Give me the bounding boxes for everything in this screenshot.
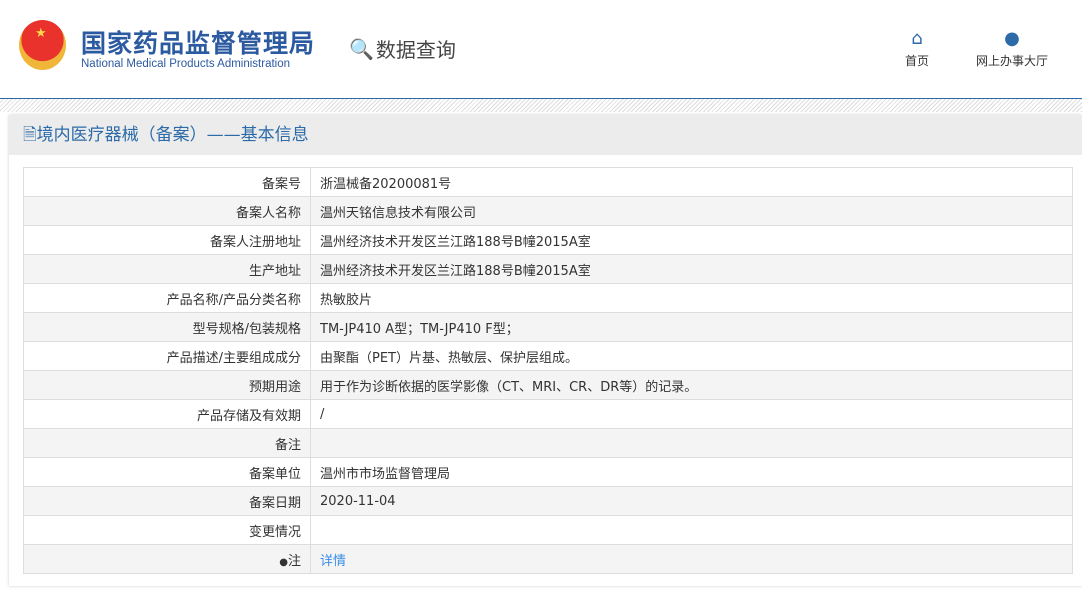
row-label: ●注 — [23, 544, 311, 574]
row-label: 型号规格/包装规格 — [23, 312, 311, 342]
row-label: 备案号 — [23, 167, 311, 197]
row-value: 温州市市场监督管理局 — [310, 457, 1073, 487]
row-label: 备注 — [23, 428, 311, 458]
nav-home[interactable]: ⌂ 首页 — [905, 28, 929, 69]
row-value: 2020-11-04 — [310, 486, 1073, 516]
table-row: 备案人注册地址 温州经济技术开发区兰江路188号B幢2015A室 — [23, 225, 1073, 255]
data-query-section: 🔍 数据查询 — [349, 34, 456, 63]
table-row: 预期用途 用于作为诊断依据的医学影像（CT、MRI、CR、DR等）的记录。 — [23, 370, 1073, 400]
row-label: 产品存储及有效期 — [23, 399, 311, 429]
document-icon: 🗎 — [23, 125, 37, 145]
row-value: 热敏胶片 — [310, 283, 1073, 313]
row-value: 浙温械备20200081号 — [310, 167, 1073, 197]
nav-online-hall-label: 网上办事大厅 — [976, 54, 1049, 68]
row-value: 由聚酯（PET）片基、热敏层、保护层组成。 — [310, 341, 1073, 371]
table-row: 产品存储及有效期 / — [23, 399, 1073, 429]
row-label: 备案人名称 — [23, 196, 311, 226]
row-label: 备案人注册地址 — [23, 225, 311, 255]
national-emblem-logo — [19, 20, 66, 70]
row-label: 备案单位 — [23, 457, 311, 487]
table-row: 生产地址 温州经济技术开发区兰江路188号B幢2015A室 — [23, 254, 1073, 284]
table-row: 变更情况 — [23, 515, 1073, 545]
site-header: 国家药品监督管理局 National Medical Products Admi… — [0, 0, 1082, 99]
divider — [0, 99, 1082, 112]
table-row: 备案日期 2020-11-04 — [23, 486, 1073, 516]
row-value — [310, 515, 1073, 545]
row-value: 详情 — [310, 544, 1073, 574]
row-value: 温州经济技术开发区兰江路188号B幢2015A室 — [310, 225, 1073, 255]
note-label: 注 — [287, 553, 301, 569]
row-value: TM-JP410 A型；TM-JP410 F型； — [310, 312, 1073, 342]
row-label: 产品名称/产品分类名称 — [23, 283, 311, 313]
row-label: 预期用途 — [23, 370, 311, 400]
table-row-note: ●注 详情 — [23, 544, 1073, 574]
row-label: 备案日期 — [23, 486, 311, 516]
table-row: 备案人名称 温州天铭信息技术有限公司 — [23, 196, 1073, 226]
row-value: / — [310, 399, 1073, 429]
section-title: 数据查询 — [375, 38, 456, 62]
info-panel: 🗎境内医疗器械（备案）——基本信息 备案号 浙温械备20200081号 备案人名称温… — [9, 115, 1082, 586]
table-row: 型号规格/包装规格 TM-JP410 A型；TM-JP410 F型； — [23, 312, 1073, 342]
row-value: 温州经济技术开发区兰江路188号B幢2015A室 — [310, 254, 1073, 284]
row-label: 生产地址 — [23, 254, 311, 284]
logo-title-cn: 国家药品监督管理局 — [81, 29, 316, 58]
table-row: 备注 — [23, 428, 1073, 458]
row-label: 产品描述/主要组成成分 — [23, 341, 311, 371]
document-search-icon: 🔍 — [349, 36, 374, 61]
info-table: 备案号 浙温械备20200081号 备案人名称 温州天铭信息技术有限公司 备案人注册地址… — [23, 167, 1073, 574]
details-link[interactable]: 详情 — [320, 554, 346, 569]
home-icon: ⌂ — [911, 28, 923, 49]
nav-online-hall[interactable]: ● 网上办事大厅 — [976, 28, 1048, 69]
user-icon: ● — [1004, 28, 1020, 49]
nav-home-label: 首页 — [905, 54, 930, 68]
table-row: 备案号 浙温械备20200081号 — [23, 167, 1073, 197]
row-value — [310, 428, 1073, 458]
row-label: 变更情况 — [23, 515, 311, 545]
table-row: 备案单位 温州市市场监督管理局 — [23, 457, 1073, 487]
logo-title-en: National Medical Products Administration — [81, 58, 291, 70]
table-row: 产品描述/主要组成成分 由聚酯（PET）片基、热敏层、保护层组成。 — [23, 341, 1073, 371]
table-row: 产品名称/产品分类名称 热敏胶片 — [23, 283, 1073, 313]
lightbulb-icon: ● — [279, 556, 288, 568]
panel-title: 🗎境内医疗器械（备案）——基本信息 — [9, 115, 1082, 155]
row-value: 温州天铭信息技术有限公司 — [310, 196, 1073, 226]
panel-title-text: 境内医疗器械（备案）——基本信息 — [36, 125, 309, 145]
row-value: 用于作为诊断依据的医学影像（CT、MRI、CR、DR等）的记录。 — [310, 370, 1073, 400]
